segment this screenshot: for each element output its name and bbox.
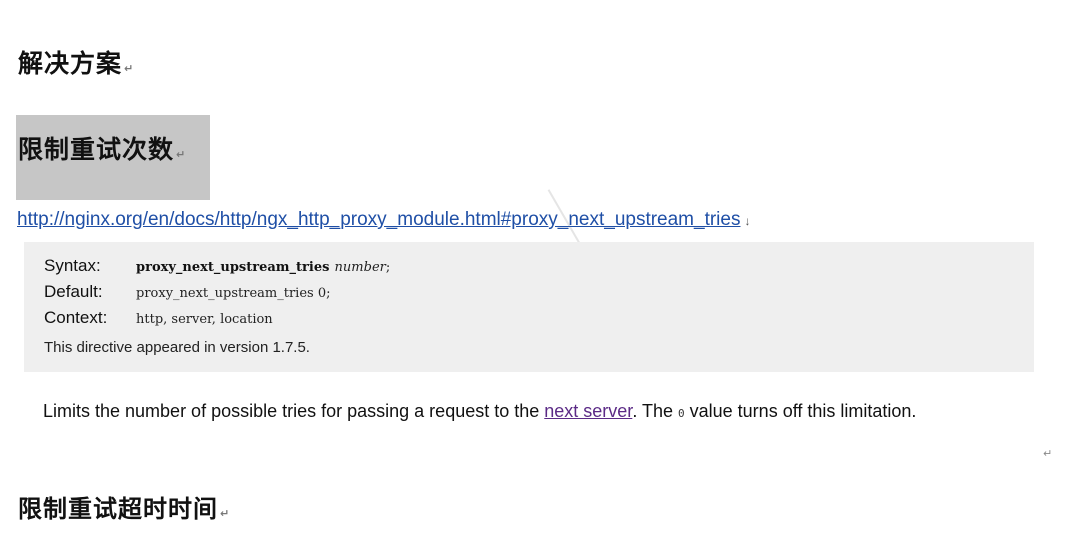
paragraph-mark-icon: ↵ bbox=[1043, 447, 1053, 460]
paragraph-mark-icon: ↵ bbox=[220, 507, 231, 520]
syntax-parameter: number bbox=[334, 260, 386, 275]
next-section-heading: 限制重试超时时间 ↵ bbox=[18, 495, 231, 523]
syntax-directive-name: proxy_next_upstream_tries bbox=[136, 260, 330, 275]
subsection-heading: 限制重试次数 ↵ bbox=[18, 135, 187, 164]
paragraph-mark-icon: ↵ bbox=[124, 62, 135, 75]
inline-code-value: 0 bbox=[678, 407, 685, 420]
paragraph-mark-icon: ↵ bbox=[176, 148, 187, 161]
version-note: This directive appeared in version 1.7.5… bbox=[44, 339, 310, 356]
context-label: Context: bbox=[44, 308, 108, 327]
default-label: Default: bbox=[44, 282, 103, 301]
syntax-terminator: ; bbox=[385, 260, 391, 275]
paragraph-mark-icon: ↓ bbox=[744, 214, 751, 228]
default-row: Default: proxy_next_upstream_tries 0; bbox=[44, 282, 330, 302]
section-heading: 解决方案 ↵ bbox=[18, 49, 135, 78]
syntax-row: Syntax: proxy_next_upstream_tries number; bbox=[44, 256, 390, 276]
doc-link[interactable]: http://nginx.org/en/docs/http/ngx_http_p… bbox=[17, 209, 750, 231]
context-value: http, server, location bbox=[136, 312, 273, 327]
next-server-link[interactable]: next server bbox=[544, 401, 632, 421]
directive-description: Limits the number of possible tries for … bbox=[43, 401, 917, 421]
directive-box: Syntax: proxy_next_upstream_tries number;… bbox=[24, 242, 1034, 372]
context-row: Context: http, server, location bbox=[44, 308, 273, 328]
default-value: proxy_next_upstream_tries 0; bbox=[136, 286, 331, 301]
syntax-label: Syntax: bbox=[44, 256, 101, 275]
